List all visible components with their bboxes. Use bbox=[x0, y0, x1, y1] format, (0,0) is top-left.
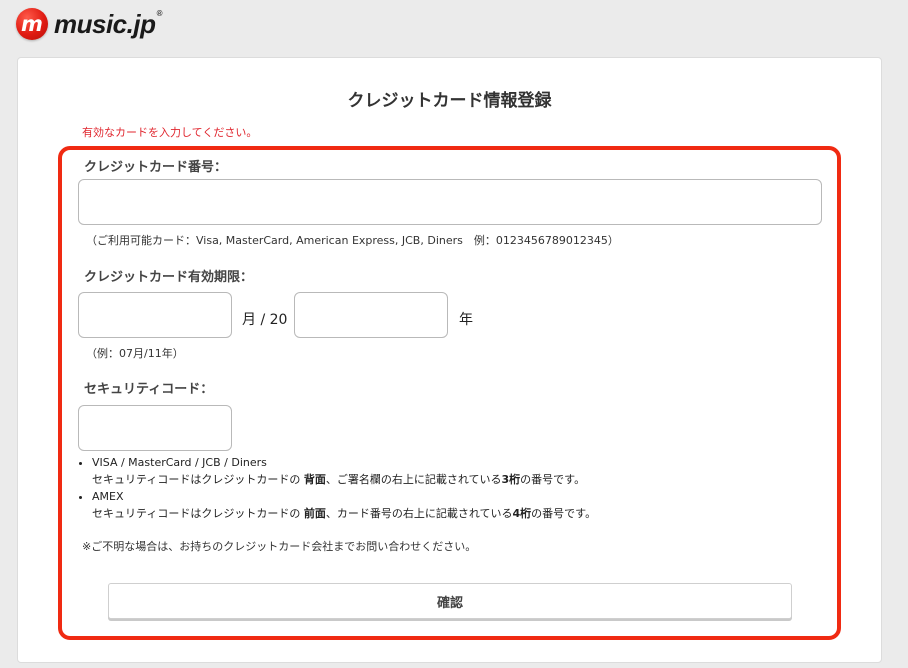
card-brand-text: AMEX bbox=[92, 490, 124, 503]
card-number-input[interactable] bbox=[78, 179, 822, 225]
expiry-note: （例：07月/11年） bbox=[86, 347, 184, 360]
security-code-description: セキュリティコードはクレジットカードの 前面、カード番号の右上に記載されている4… bbox=[92, 507, 597, 520]
expiry-month-separator: 月 / 20 bbox=[242, 312, 288, 328]
security-code-help-list: VISA / MasterCard / JCB / Diners セキュリティコ… bbox=[78, 454, 596, 522]
inquiry-footnote: ※ご不明な場合は、お持ちのクレジットカード会社までお問い合わせください。 bbox=[82, 540, 477, 553]
list-item: AMEX セキュリティコードはクレジットカードの 前面、カード番号の右上に記載さ… bbox=[92, 488, 596, 522]
card-number-label: クレジットカード番号： bbox=[84, 160, 228, 175]
page-title: クレジットカード情報登録 bbox=[347, 91, 552, 111]
expiry-month-input[interactable] bbox=[78, 292, 232, 338]
security-code-label: セキュリティコード： bbox=[84, 382, 214, 397]
error-message: 有効なカードを入力してください。 bbox=[82, 126, 258, 139]
expiry-year-suffix: 年 bbox=[459, 312, 473, 328]
site-header: m music.jp® bbox=[16, 6, 162, 42]
site-logo-text[interactable]: music.jp® bbox=[54, 9, 162, 40]
security-code-input[interactable] bbox=[78, 405, 232, 451]
music-jp-logo-icon[interactable]: m bbox=[16, 8, 48, 40]
security-code-description: セキュリティコードはクレジットカードの 背面、ご署名欄の右上に記載されている3桁… bbox=[92, 473, 586, 486]
expiry-label: クレジットカード有効期限： bbox=[84, 270, 254, 285]
registration-card: クレジットカード情報登録 有効なカードを入力してください。 クレジットカード番号… bbox=[17, 57, 882, 663]
registered-mark: ® bbox=[156, 8, 162, 18]
card-number-note: （ご利用可能カード：Visa, MasterCard, American Exp… bbox=[86, 234, 619, 247]
list-item: VISA / MasterCard / JCB / Diners セキュリティコ… bbox=[92, 454, 596, 488]
expiry-year-input[interactable] bbox=[294, 292, 448, 338]
confirm-button[interactable]: 確認 bbox=[108, 583, 792, 619]
card-brand-text: VISA / MasterCard / JCB / Diners bbox=[92, 456, 267, 469]
